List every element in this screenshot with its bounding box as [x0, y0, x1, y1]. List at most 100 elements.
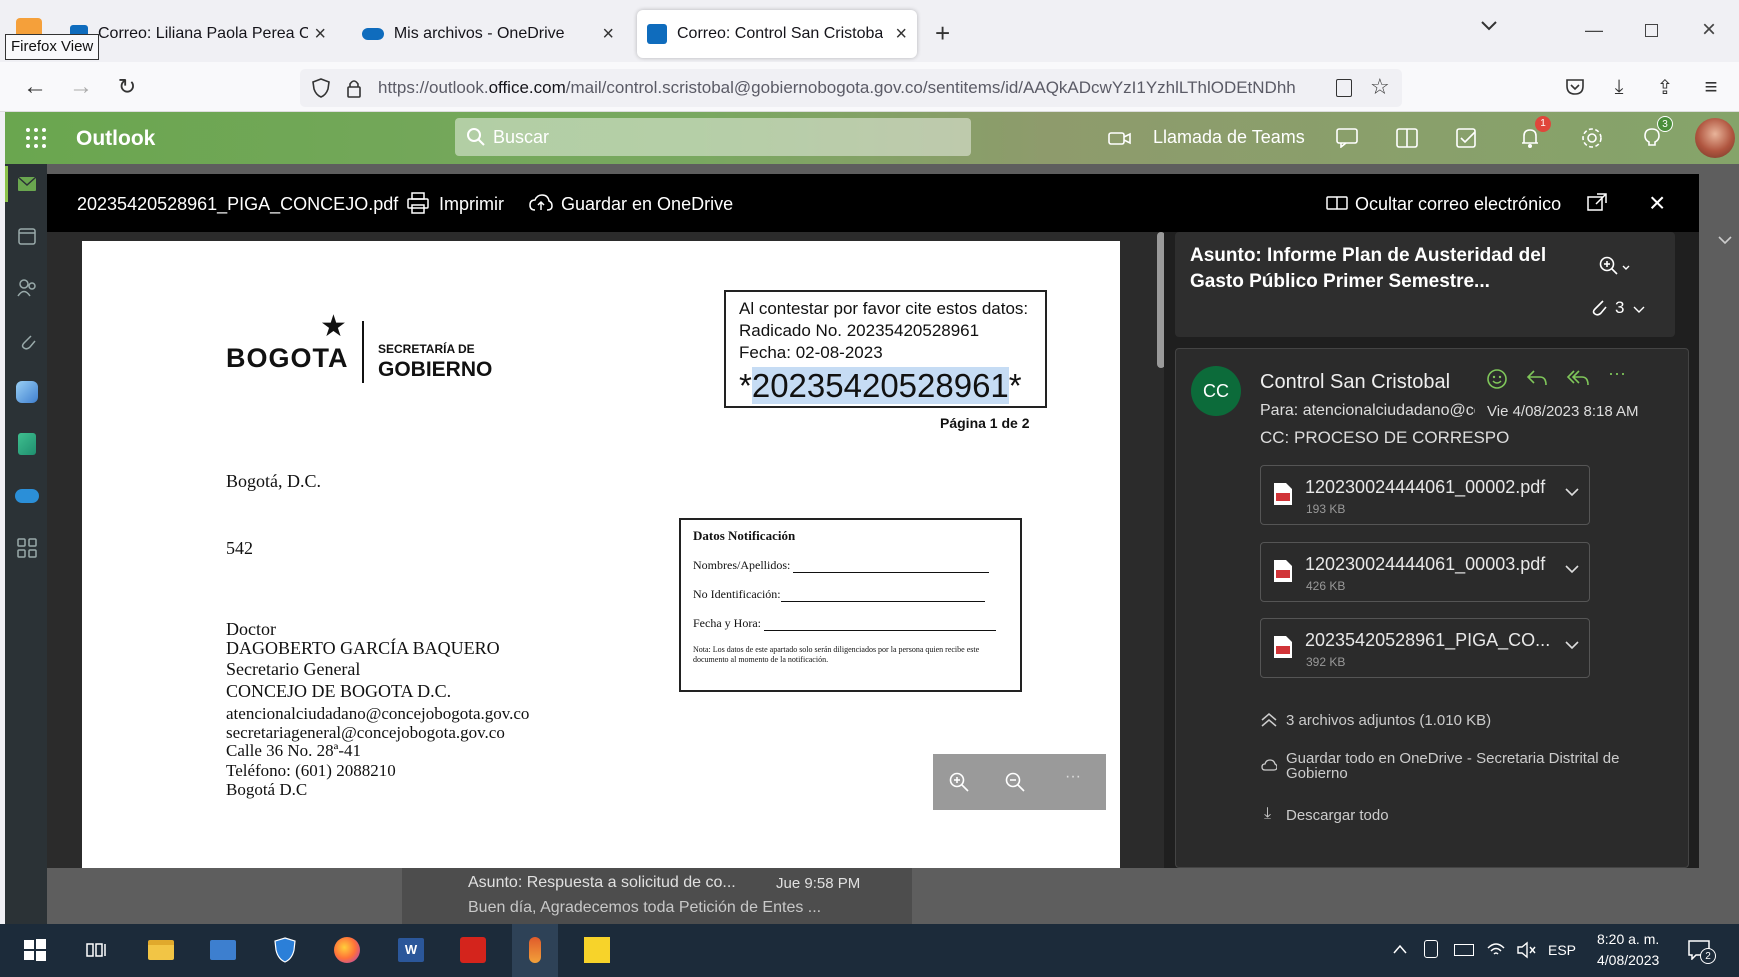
gear-icon[interactable]	[1577, 124, 1607, 152]
tab-correo-liliana[interactable]: Correo: Liliana Paola Perea Crist ×	[60, 10, 336, 58]
restore-button[interactable]	[1645, 24, 1658, 37]
back-icon[interactable]: ←	[22, 73, 48, 100]
attachment-item[interactable]: 120230024444061_00002.pdf 193 KB	[1260, 465, 1590, 525]
tips-icon[interactable]: 3	[1637, 116, 1673, 152]
url-text[interactable]: https://outlook.office.com/mail/control.…	[378, 78, 1338, 98]
sticky-notes-icon[interactable]	[582, 935, 612, 965]
print-button[interactable]: Imprimir	[439, 194, 504, 215]
more-options-icon[interactable]: ···	[1065, 768, 1081, 786]
onedrive-icon[interactable]	[15, 484, 39, 508]
firefox-icon[interactable]	[332, 935, 362, 965]
reply-icon[interactable]	[1526, 369, 1548, 387]
clock-time[interactable]: 8:20 a. m.	[1597, 931, 1659, 947]
cloud-upload-icon[interactable]	[529, 194, 553, 212]
sender-avatar[interactable]: CC	[1191, 366, 1241, 416]
zoom-icon[interactable]	[1599, 256, 1631, 276]
defender-shield-icon[interactable]	[270, 935, 300, 965]
bookmark-star-icon[interactable]: ☆	[1370, 74, 1390, 100]
hide-email-icon[interactable]	[1326, 196, 1348, 210]
attachments-summary[interactable]: 3 archivos adjuntos (1.010 KB)	[1286, 712, 1491, 729]
chevron-down-icon[interactable]	[1633, 306, 1645, 314]
volume-icon[interactable]	[1516, 941, 1536, 959]
bell-icon[interactable]: 1	[1515, 116, 1551, 152]
url-bar[interactable]: https://outlook.office.com/mail/control.…	[300, 69, 1402, 107]
chevron-down-icon[interactable]	[1718, 236, 1732, 246]
new-tab-button[interactable]: +	[935, 18, 950, 49]
bookings-icon[interactable]	[15, 432, 39, 456]
tab-onedrive[interactable]: Mis archivos - OneDrive ×	[352, 10, 624, 58]
app-title[interactable]: Outlook	[76, 127, 155, 151]
more-apps-icon[interactable]	[15, 536, 39, 560]
avatar[interactable]	[1695, 118, 1735, 158]
search-input[interactable]: Buscar	[455, 118, 971, 156]
language-indicator[interactable]: ESP	[1548, 942, 1576, 958]
menu-icon[interactable]: ≡	[1698, 74, 1724, 100]
wifi-icon[interactable]	[1486, 940, 1506, 958]
collapse-icon[interactable]	[1260, 712, 1278, 728]
notification-center-icon[interactable]: 2	[1688, 940, 1716, 964]
close-viewer-icon[interactable]: ×	[1649, 187, 1665, 219]
mail-icon[interactable]	[15, 172, 39, 196]
lock-icon[interactable]	[346, 78, 362, 98]
save-all-onedrive[interactable]: Guardar todo en OneDrive - Secretaria Di…	[1286, 751, 1626, 781]
reload-icon[interactable]: ↻	[114, 74, 140, 100]
save-onedrive-button[interactable]: Guardar en OneDrive	[561, 194, 733, 215]
chevron-down-icon[interactable]	[1565, 565, 1579, 575]
tray-chevron-icon[interactable]	[1393, 944, 1407, 954]
sender-name[interactable]: Control San Cristobal	[1260, 371, 1450, 394]
battery-icon[interactable]	[1454, 944, 1474, 956]
print-icon[interactable]	[407, 192, 429, 214]
downloads-icon[interactable]: ⤓	[1606, 74, 1632, 100]
close-tab-icon[interactable]: ×	[895, 23, 907, 46]
file-explorer-icon[interactable]	[146, 935, 176, 965]
people-icon[interactable]	[15, 276, 39, 300]
snipping-tool-icon[interactable]	[520, 935, 550, 965]
extensions-icon[interactable]: ⇪	[1652, 74, 1678, 100]
attachment-item[interactable]: 20235420528961_PIGA_CO... 392 KB	[1260, 618, 1590, 678]
pocket-icon[interactable]	[1562, 74, 1588, 100]
todo-icon[interactable]	[1452, 124, 1482, 152]
popout-icon[interactable]	[1587, 193, 1607, 211]
calendar-icon[interactable]	[15, 224, 39, 248]
shield-icon[interactable]	[312, 78, 330, 98]
email-cc[interactable]: CC: PROCESO DE CORRESPO	[1260, 428, 1509, 448]
word-app-icon[interactable]: W	[396, 935, 426, 965]
chat-icon[interactable]	[1332, 124, 1362, 152]
more-actions-icon[interactable]: ···	[1608, 363, 1626, 384]
close-window-button[interactable]: ×	[1702, 16, 1716, 44]
download-all[interactable]: Descargar todo	[1286, 807, 1389, 824]
emoji-icon[interactable]	[1486, 368, 1508, 390]
video-call-icon[interactable]	[1105, 124, 1135, 152]
minimize-button[interactable]: —	[1585, 20, 1603, 41]
cite-barcode-text[interactable]: *20235420528961*	[739, 366, 1032, 406]
chevron-down-icon[interactable]	[1565, 488, 1579, 498]
attachment-size: 392 KB	[1306, 655, 1346, 669]
clock-date[interactable]: 4/08/2023	[1597, 952, 1659, 968]
app-launcher-icon[interactable]	[25, 127, 47, 149]
close-tab-icon[interactable]: ×	[314, 23, 326, 46]
list-all-tabs-icon[interactable]	[1480, 20, 1498, 32]
paperclip-icon[interactable]	[1590, 297, 1608, 317]
background-list-item[interactable]: Asunto: Respuesta a solicitud de co... J…	[402, 866, 912, 924]
zoom-out-icon[interactable]	[1005, 772, 1025, 792]
chevron-down-icon[interactable]	[1565, 641, 1579, 651]
windows-start-icon[interactable]	[20, 935, 50, 965]
meet-now-icon[interactable]	[1424, 940, 1438, 958]
acrobat-icon[interactable]	[458, 935, 488, 965]
hide-email-button[interactable]: Ocultar correo electrónico	[1355, 194, 1561, 215]
remote-desktop-icon[interactable]	[208, 935, 238, 965]
teams-call-label[interactable]: Llamada de Teams	[1153, 127, 1305, 148]
forward-icon[interactable]: →	[68, 73, 94, 100]
email-to[interactable]: Para: atencionalciudadano@cc	[1260, 402, 1475, 420]
zoom-in-icon[interactable]	[949, 772, 969, 792]
close-tab-icon[interactable]: ×	[602, 23, 614, 46]
reply-all-icon[interactable]	[1566, 369, 1590, 387]
tab-correo-control[interactable]: Correo: Control San Cristobal - ×	[637, 10, 917, 58]
attachment-item[interactable]: 120230024444061_00003.pdf 426 KB	[1260, 542, 1590, 602]
todo-app-icon[interactable]	[15, 380, 39, 404]
word-icon[interactable]	[1392, 124, 1422, 152]
attachment-count[interactable]: 3	[1615, 298, 1624, 318]
attachment-icon[interactable]	[15, 328, 39, 352]
task-view-icon[interactable]	[82, 935, 112, 965]
reader-view-icon[interactable]	[1336, 79, 1352, 97]
